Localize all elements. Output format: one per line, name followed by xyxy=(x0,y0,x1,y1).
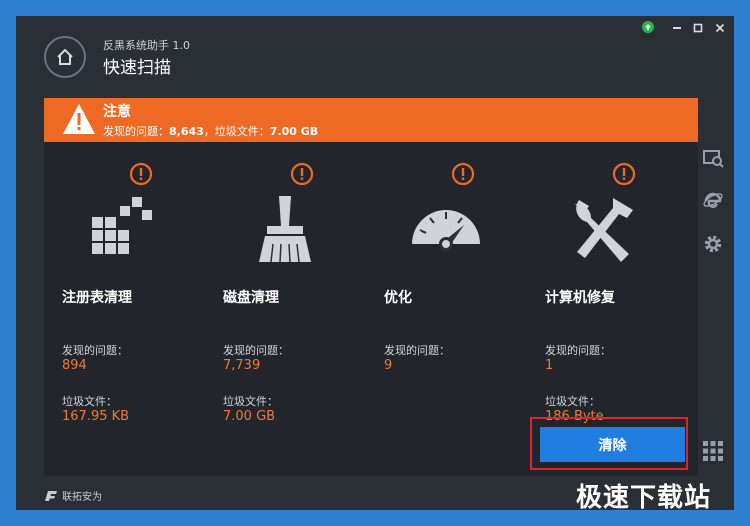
junk-label: 垃圾文件： xyxy=(545,395,600,408)
update-button[interactable] xyxy=(642,21,654,33)
issues-label: 发现的问题： xyxy=(103,125,169,138)
junk-size: 7.00 GB xyxy=(223,409,276,424)
warning-circle-icon xyxy=(129,162,153,186)
watermark: 极速下载站 xyxy=(576,483,712,513)
warning-circle-icon xyxy=(612,162,636,186)
side-scan-button[interactable] xyxy=(701,146,725,170)
page-title: 快速扫描 xyxy=(103,58,171,78)
home-button[interactable] xyxy=(44,36,86,78)
card-title: 磁盘清理 xyxy=(223,290,279,306)
close-button[interactable] xyxy=(714,22,726,34)
warning-circle-icon xyxy=(290,162,314,186)
minimize-icon xyxy=(673,27,681,29)
maximize-button[interactable] xyxy=(692,22,704,34)
alert-title: 注意 xyxy=(103,104,131,120)
issues-label: 发现的问题： xyxy=(384,344,450,357)
clean-button[interactable]: 清除 xyxy=(540,427,685,462)
alert-summary: 发现的问题：8,643，垃圾文件：7.00 GB xyxy=(103,123,318,139)
minimize-button[interactable] xyxy=(671,22,683,34)
card-disk: 磁盘清理 发现的问题： 7,739 垃圾文件： 7.00 GB xyxy=(205,142,365,476)
arrow-up-icon xyxy=(645,24,651,30)
issues-count: 9 xyxy=(384,358,393,373)
gear-icon xyxy=(704,235,722,253)
brand-logo-icon xyxy=(45,490,57,501)
junk-label: ，垃圾文件： xyxy=(203,125,270,138)
issues-count: 1 xyxy=(545,358,554,373)
card-title: 注册表清理 xyxy=(62,290,132,306)
brand-footer: 联拓安为 xyxy=(44,488,102,503)
card-title: 计算机修复 xyxy=(545,290,615,306)
registry-icon xyxy=(92,197,152,254)
app-window: 反黑系统助手 1.0 快速扫描 注意 发现的问题：8,643，垃圾文件：7.00… xyxy=(16,16,734,510)
close-icon xyxy=(715,23,725,33)
issues-label: 发现的问题： xyxy=(62,344,128,357)
warning-triangle-icon xyxy=(63,104,95,134)
apps-menu-button[interactable] xyxy=(701,439,725,463)
tools-icon xyxy=(575,198,633,262)
junk-size: 167.95 KB xyxy=(62,409,130,424)
issues-label: 发现的问题： xyxy=(545,344,611,357)
junk-total: 7.00 GB xyxy=(269,125,319,138)
broom-icon xyxy=(259,196,311,263)
issues-label: 发现的问题： xyxy=(223,344,289,357)
card-registry: 注册表清理 发现的问题： 894 垃圾文件： 167.95 KB xyxy=(44,142,204,476)
card-title: 优化 xyxy=(384,290,412,306)
warning-circle-icon xyxy=(451,162,475,186)
ie-icon xyxy=(703,192,723,208)
speedometer-icon xyxy=(412,210,480,251)
home-icon xyxy=(57,48,73,65)
junk-label: 垃圾文件： xyxy=(223,395,278,408)
issues-total: 8,643 xyxy=(169,125,204,138)
scan-icon xyxy=(703,150,724,168)
issues-count: 7,739 xyxy=(223,358,261,373)
app-name: 反黑系统助手 1.0 xyxy=(103,39,190,52)
grid-icon xyxy=(703,441,723,461)
side-settings-button[interactable] xyxy=(701,232,725,256)
maximize-icon xyxy=(693,23,703,33)
alert-banner: 注意 发现的问题：8,643，垃圾文件：7.00 GB xyxy=(44,98,698,142)
junk-label: 垃圾文件： xyxy=(62,395,117,408)
brand-name: 联拓安为 xyxy=(62,492,102,503)
issues-count: 894 xyxy=(62,358,87,373)
side-browser-button[interactable] xyxy=(701,188,725,212)
card-optimize: 优化 发现的问题： 9 xyxy=(366,142,526,476)
